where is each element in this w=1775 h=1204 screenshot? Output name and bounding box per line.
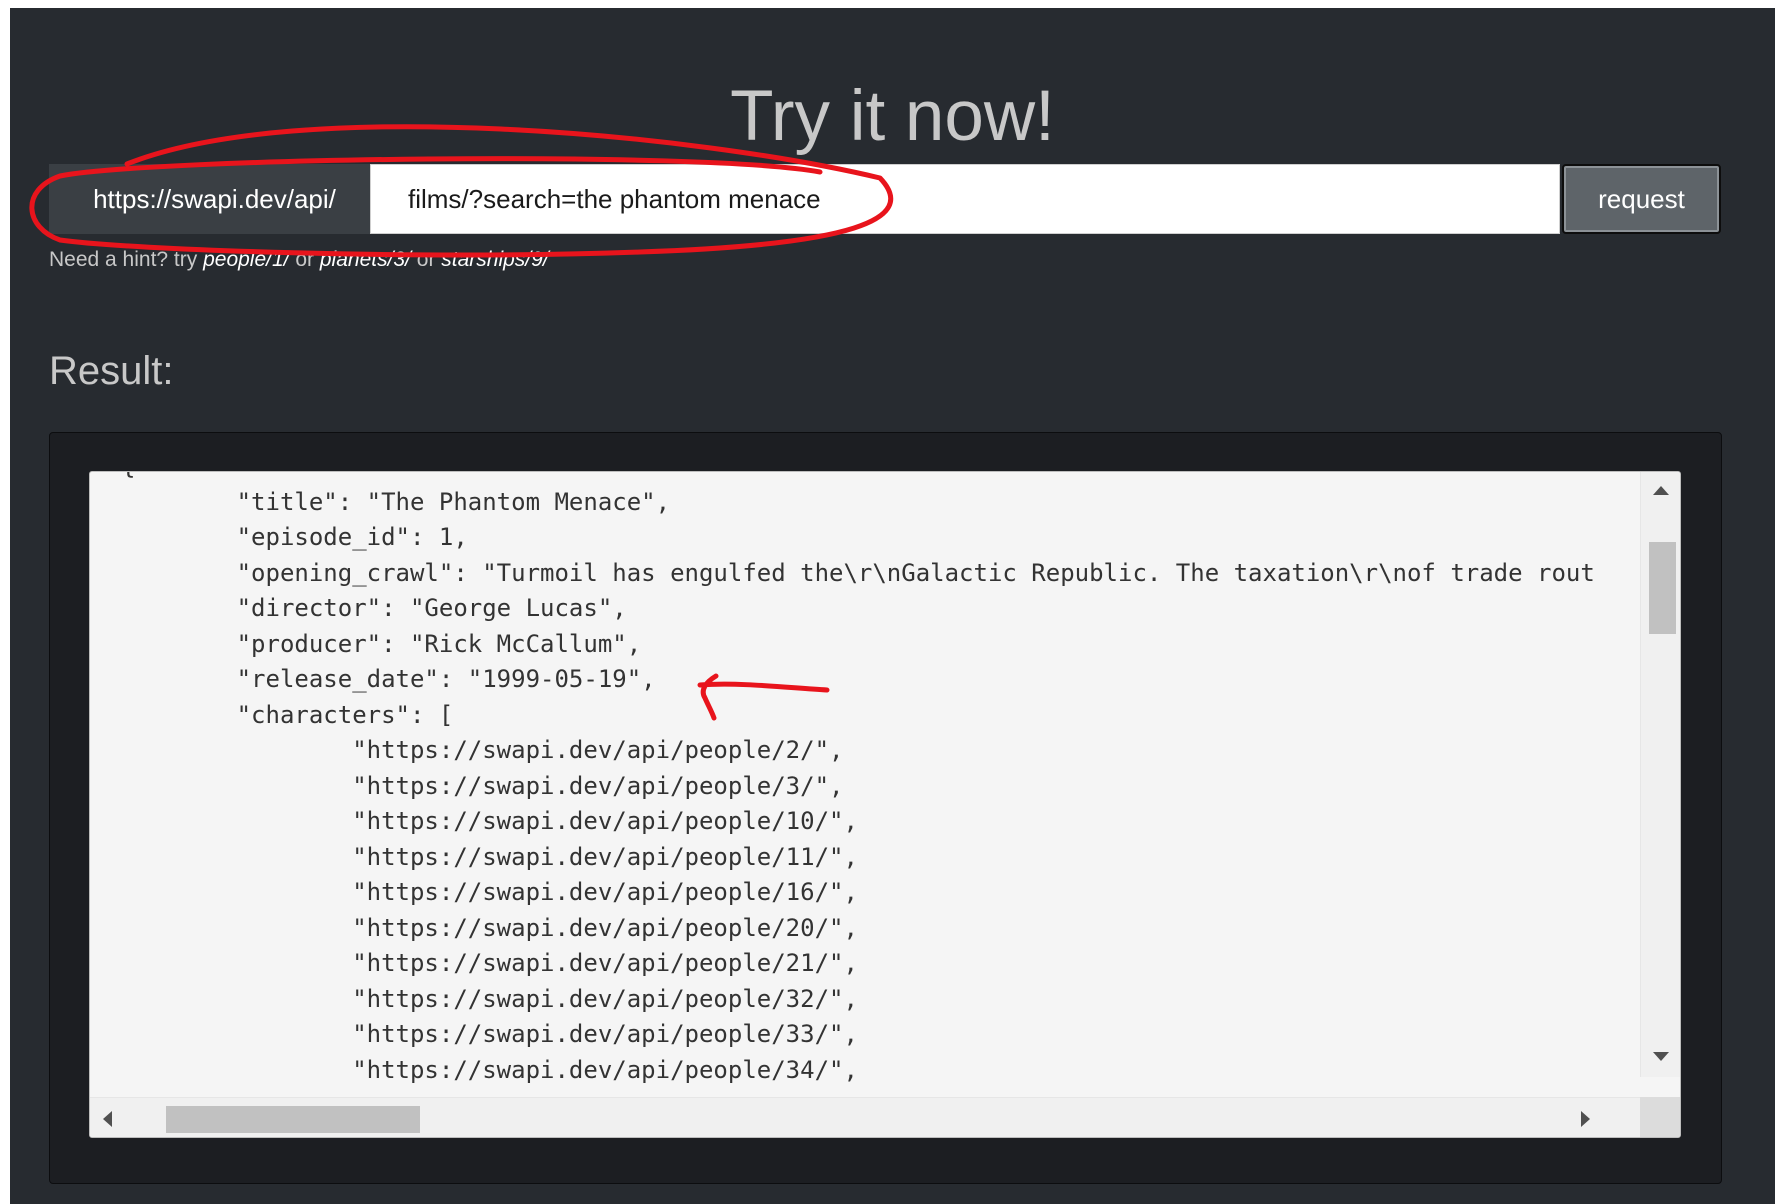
hint-text: Need a hint? try people/1/ or planets/3/… [49, 246, 549, 274]
json-line: "https://swapi.dev/api/people/21/", [121, 949, 858, 977]
json-output: { "title": "The Phantom Menace", "episod… [121, 472, 1595, 1088]
horizontal-scroll-thumb[interactable] [166, 1106, 420, 1133]
json-line: "https://swapi.dev/api/people/20/", [121, 913, 858, 942]
json-line: "https://swapi.dev/api/people/3/", [121, 771, 844, 800]
page-title: Try it now! [730, 77, 1055, 156]
base-url-addon: https://swapi.dev/api/ [49, 164, 380, 234]
json-line: "characters": [ [121, 700, 454, 729]
json-line: "https://swapi.dev/api/people/32/", [121, 984, 858, 1013]
json-line: "https://swapi.dev/api/people/34/", [121, 1055, 858, 1084]
hint-prefix: Need a hint? try [49, 248, 204, 271]
hint-separator: or [289, 248, 320, 271]
triangle-down-icon[interactable] [1653, 1052, 1669, 1061]
vertical-scroll-thumb[interactable] [1649, 542, 1676, 634]
json-line: "https://swapi.dev/api/people/16/", [121, 878, 858, 906]
json-line: "producer": "Rick McCallum", [121, 629, 642, 658]
vertical-scrollbar[interactable] [1640, 472, 1680, 1077]
result-textarea[interactable]: { "title": "The Phantom Menace", "episod… [89, 471, 1681, 1138]
hint-link-planets[interactable]: planets/3/ [320, 248, 411, 271]
triangle-right-icon[interactable] [1581, 1111, 1590, 1127]
json-line: "https://swapi.dev/api/people/10/", [121, 807, 858, 835]
json-line: "https://swapi.dev/api/people/11/", [121, 842, 858, 871]
json-line: "release_date": "1999-05-19", [121, 665, 656, 693]
triangle-left-icon[interactable] [103, 1111, 112, 1127]
json-line: { [121, 472, 1595, 485]
json-line: "https://swapi.dev/api/people/2/", [121, 736, 844, 764]
request-button[interactable]: request [1562, 164, 1721, 234]
triangle-up-icon[interactable] [1653, 486, 1669, 495]
hint-link-starships[interactable]: starships/9/ [441, 248, 548, 271]
json-line: "opening_crawl": "Turmoil has engulfed t… [121, 558, 1595, 587]
result-label: Result: [49, 349, 174, 393]
hint-link-people[interactable]: people/1/ [203, 248, 289, 271]
json-line: "episode_id": 1, [121, 523, 468, 551]
api-path-input[interactable] [370, 164, 1560, 234]
hint-separator: or [410, 248, 442, 271]
json-line: "https://swapi.dev/api/people/33/", [121, 1020, 858, 1048]
horizontal-scrollbar[interactable] [90, 1097, 1642, 1137]
scrollbar-corner [1640, 1097, 1680, 1137]
json-line: "title": "The Phantom Menace", [121, 487, 671, 516]
json-line: "director": "George Lucas", [121, 594, 627, 622]
